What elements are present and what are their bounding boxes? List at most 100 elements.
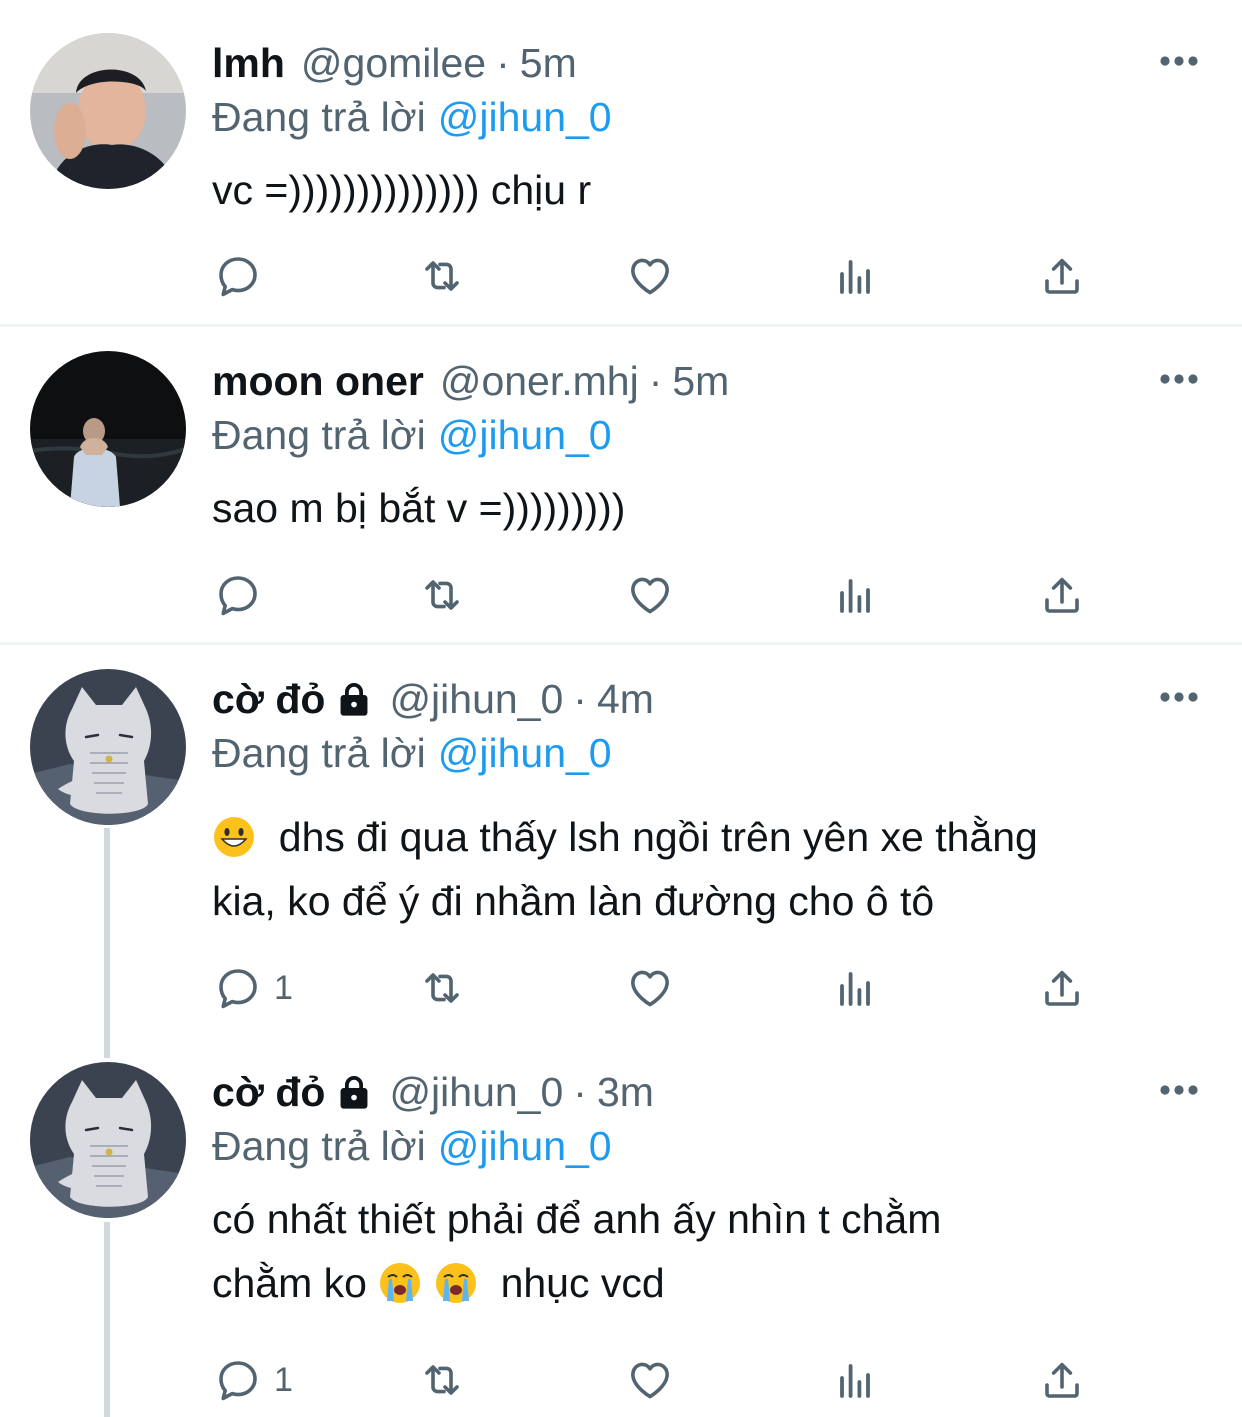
analytics-bars-icon [832, 252, 880, 300]
user-handle[interactable]: @jihun_0 [389, 674, 563, 724]
replying-to: Đang trả lời @jihun_0 [212, 410, 612, 460]
tweet[interactable]: moon oner @oner.mhj · 5m Đang trả lời @ji… [0, 327, 1242, 643]
user-handle[interactable]: @jihun_0 [389, 1067, 563, 1117]
more-dots-icon[interactable] [1158, 690, 1200, 704]
heart-icon [626, 964, 674, 1012]
share-upload-icon [1038, 252, 1086, 300]
mention-link[interactable]: @jihun_0 [438, 730, 612, 776]
like-button[interactable] [626, 964, 674, 1012]
share-button[interactable] [1038, 252, 1086, 300]
share-button[interactable] [1038, 964, 1086, 1012]
tweet-text-line: kia, ko để ý đi nhầm làn đường cho ô tô [212, 878, 935, 924]
views-button[interactable] [832, 252, 880, 300]
share-upload-icon [1038, 1356, 1086, 1404]
action-bar [212, 571, 1112, 619]
cat-illustration-icon [30, 669, 186, 825]
reply-bubble-icon [214, 571, 262, 619]
replying-to: Đang trả lời @jihun_0 [212, 728, 612, 778]
tweet-text: sao m bị bắt v =))))))))) [212, 485, 626, 531]
share-upload-icon [1038, 964, 1086, 1012]
avatar[interactable] [30, 1062, 186, 1218]
display-name[interactable]: lmh [212, 38, 285, 88]
mention-link[interactable]: @jihun_0 [438, 412, 612, 458]
replying-prefix: Đang trả lời [212, 1123, 426, 1169]
avatar[interactable] [30, 351, 186, 507]
share-button[interactable] [1038, 571, 1086, 619]
heart-icon [626, 571, 674, 619]
analytics-bars-icon [832, 964, 880, 1012]
display-name[interactable]: cờ đỏ [212, 1067, 325, 1117]
tweet-text-line: nhục vcd [500, 1260, 665, 1306]
action-bar [212, 252, 1112, 300]
like-button[interactable] [626, 1356, 674, 1404]
tweet-text-line: dhs đi qua thấy lsh ngồi trên yên xe thằ… [278, 814, 1038, 860]
heart-icon [626, 252, 674, 300]
retweet-icon [418, 1356, 466, 1404]
tweet-text: có nhất thiết phải để anh ấy nhìn t chằm… [212, 1187, 1202, 1315]
tweet-text: vc =)))))))))))))) chịu r [212, 167, 592, 213]
display-name[interactable]: moon oner [212, 356, 424, 406]
tweet-text-line: chằm ko [212, 1260, 367, 1306]
crying-face-emoji [434, 1261, 478, 1305]
replying-to: Đang trả lời @jihun_0 [212, 1121, 612, 1171]
replying-prefix: Đang trả lời [212, 412, 426, 458]
tweet-text: dhs đi qua thấy lsh ngồi trên yên xe thằ… [212, 805, 1202, 933]
crying-face-emoji [378, 1261, 422, 1305]
tweet[interactable]: lmh @gomilee · 5m Đang trả lời @jihun_0 v… [0, 0, 1242, 325]
reply-button[interactable] [214, 252, 274, 300]
separator: · [573, 676, 587, 722]
tweet-text-line: có nhất thiết phải để anh ấy nhìn t chằm [212, 1196, 942, 1242]
user-handle[interactable]: @gomilee [301, 38, 486, 88]
like-button[interactable] [626, 571, 674, 619]
action-bar: 1 [212, 1356, 1112, 1404]
reply-bubble-icon [214, 964, 262, 1012]
heart-icon [626, 1356, 674, 1404]
night-photo-icon [30, 351, 186, 507]
reply-bubble-icon [214, 1356, 262, 1404]
timestamp[interactable]: 5m [672, 356, 729, 406]
more-dots-icon[interactable] [1158, 1083, 1200, 1097]
timestamp[interactable]: 4m [597, 674, 654, 724]
analytics-bars-icon [832, 1356, 880, 1404]
lock-icon [335, 680, 373, 718]
retweet-button[interactable] [418, 1356, 466, 1404]
timestamp[interactable]: 3m [597, 1067, 654, 1117]
retweet-button[interactable] [418, 571, 466, 619]
user-handle[interactable]: @oner.mhj [440, 356, 639, 406]
retweet-icon [418, 252, 466, 300]
retweet-icon [418, 571, 466, 619]
views-button[interactable] [832, 1356, 880, 1404]
person-photo-icon [30, 33, 186, 189]
replying-prefix: Đang trả lời [212, 730, 426, 776]
cat-illustration-icon [30, 1062, 186, 1218]
tweet[interactable]: cờ đỏ @jihun_0 · 4m Đang trả lời @jihun_0… [0, 645, 1242, 1045]
like-button[interactable] [626, 252, 674, 300]
grinning-face-emoji [212, 815, 256, 859]
reply-button[interactable] [214, 571, 274, 619]
views-button[interactable] [832, 571, 880, 619]
more-dots-icon[interactable] [1158, 372, 1200, 386]
tweet[interactable]: cờ đỏ @jihun_0 · 3m Đang trả lời @jihun_0… [0, 1038, 1242, 1417]
share-upload-icon [1038, 571, 1086, 619]
reply-button[interactable]: 1 [214, 1356, 293, 1404]
avatar[interactable] [30, 669, 186, 825]
retweet-icon [418, 964, 466, 1012]
views-button[interactable] [832, 964, 880, 1012]
replying-to: Đang trả lời @jihun_0 [212, 92, 612, 142]
share-button[interactable] [1038, 1356, 1086, 1404]
retweet-button[interactable] [418, 964, 466, 1012]
separator: · [496, 40, 510, 86]
mention-link[interactable]: @jihun_0 [438, 94, 612, 140]
separator: · [648, 358, 663, 404]
reply-count: 1 [274, 968, 293, 1007]
analytics-bars-icon [832, 571, 880, 619]
avatar[interactable] [30, 33, 186, 189]
timestamp[interactable]: 5m [520, 38, 577, 88]
mention-link[interactable]: @jihun_0 [438, 1123, 612, 1169]
more-dots-icon[interactable] [1158, 54, 1200, 68]
lock-icon [335, 1073, 373, 1111]
retweet-button[interactable] [418, 252, 466, 300]
action-bar: 1 [212, 964, 1112, 1012]
reply-button[interactable]: 1 [214, 964, 293, 1012]
display-name[interactable]: cờ đỏ [212, 674, 325, 724]
